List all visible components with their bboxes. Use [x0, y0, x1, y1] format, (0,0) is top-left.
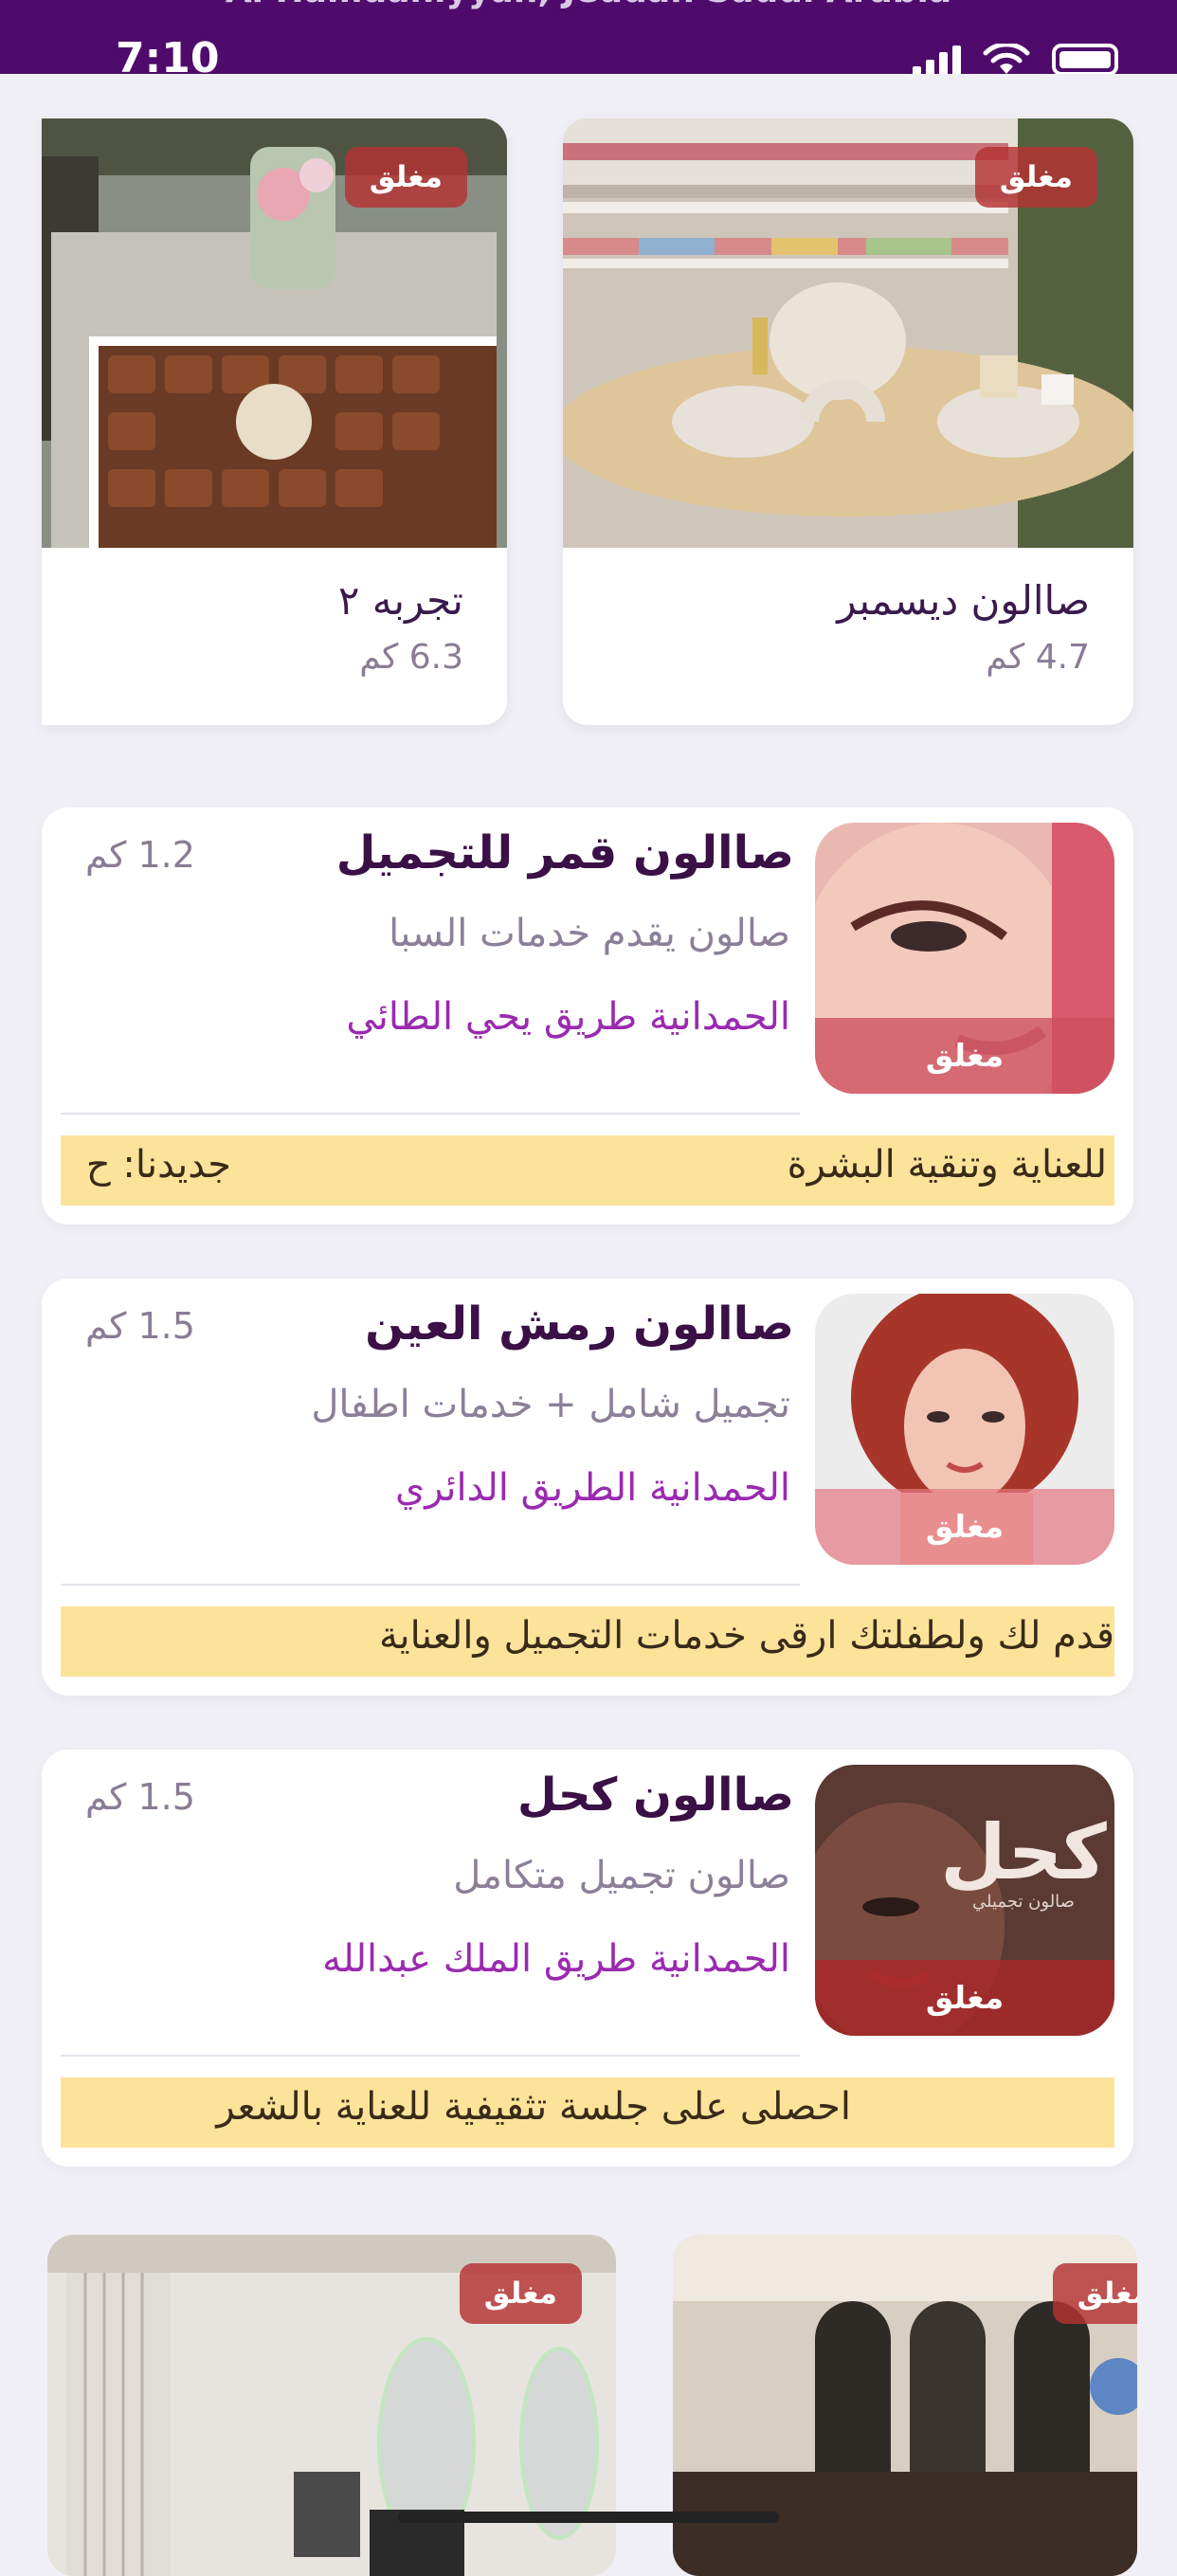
divider	[61, 1584, 800, 1586]
salon-card-qamar[interactable]: مغلق صاالون قمر للتجميل 1.2 كم صالون يقد…	[42, 807, 1133, 1225]
salon-card-ramsh-alayn[interactable]: مغلق صاالون رمش العين 1.5 كم تجميل شامل …	[42, 1279, 1133, 1696]
clock-time: 7:10	[116, 34, 220, 74]
promo-text: للعناية وتنقية البشرة	[787, 1143, 1107, 1187]
salon-description: صالون يقدم خدمات السبا	[389, 912, 790, 955]
salon-description: صالون تجميل متكامل	[453, 1854, 790, 1897]
salon-name: صاالون ديسمبر	[837, 577, 1090, 624]
salon-description: تجميل شامل + خدمات اطفال	[311, 1383, 790, 1426]
divider	[61, 2055, 800, 2057]
battery-icon	[1052, 44, 1118, 74]
closed-tag: مغلق	[815, 1018, 1114, 1094]
salon-thumbnail: مغلق	[815, 1294, 1114, 1565]
status-bar: Al Hamdaniyyah, Jeddah Saudi Arabia 7:10	[0, 0, 1177, 74]
closed-tag: مغلق	[815, 1960, 1114, 2036]
promo-ticker: احصلى على جلسة تثقيفية للعناية بالشعر	[61, 2077, 1114, 2148]
salon-thumbnail: كحل صالون تجميلي مغلق	[815, 1765, 1114, 2036]
closed-tag: مغلق	[815, 1489, 1114, 1565]
promo-ticker: للعناية وتنقية البشرة جديدنا: ح	[61, 1135, 1114, 1206]
status-icons	[913, 44, 1118, 74]
salon-distance: 4.7 كم	[986, 638, 1090, 677]
promo-text: قدم لك ولطفلتك ارقى خدمات التجميل والعنا…	[379, 1614, 1114, 1658]
promo-ticker: قدم لك ولطفلتك ارقى خدمات التجميل والعنا…	[61, 1606, 1114, 1677]
bottom-salon-card[interactable]: مغلق	[47, 2235, 616, 2576]
salon-card-kohl[interactable]: كحل صالون تجميلي مغلق صاالون كحل 1.5 كم …	[42, 1750, 1133, 2167]
salon-name: تجربه ٢	[337, 577, 463, 624]
closed-tag: مغلق	[1052, 2263, 1137, 2324]
home-indicator[interactable]	[398, 2512, 779, 2523]
featured-card-experiment[interactable]: مغلق تجربه ٢ 6.3 كم	[42, 118, 507, 725]
salon-title: صاالون كحل	[516, 1769, 794, 1822]
promo-text: احصلى على جلسة تثقيفية للعناية بالشعر	[216, 2085, 851, 2129]
current-location[interactable]: Al Hamdaniyyah, Jeddah Saudi Arabia	[0, 0, 1177, 10]
featured-card-december[interactable]: مغلق صاالون ديسمبر 4.7 كم	[563, 118, 1133, 725]
salon-address: الحمدانية طريق الملك عبدالله	[322, 1937, 790, 1981]
salon-address: الحمدانية طريق يحي الطائي	[346, 995, 790, 1039]
kohl-logo-subtitle: صالون تجميلي	[972, 1892, 1075, 1912]
divider	[61, 1113, 800, 1115]
promo-text-next: جديدنا: ح	[85, 1143, 231, 1187]
bottom-salon-card[interactable]: مغلق	[673, 2235, 1137, 2576]
salon-address: الحمدانية الطريق الدائري	[394, 1466, 790, 1510]
wifi-icon	[983, 44, 1030, 74]
salon-distance: 1.5 كم	[85, 1776, 195, 1818]
salon-distance: 1.2 كم	[85, 834, 195, 876]
closed-tag: مغلق	[344, 147, 467, 208]
kohl-logo-text: كحل	[940, 1808, 1107, 1896]
cellular-signal-icon	[913, 44, 961, 74]
salon-thumbnail: مغلق	[815, 823, 1114, 1094]
salon-title: صاالون رمش العين	[365, 1297, 794, 1351]
salon-distance: 6.3 كم	[359, 638, 463, 677]
salon-title: صاالون قمر للتجميل	[335, 826, 794, 880]
closed-tag: مغلق	[459, 2263, 582, 2324]
closed-tag: مغلق	[974, 147, 1097, 208]
salon-distance: 1.5 كم	[85, 1305, 195, 1347]
